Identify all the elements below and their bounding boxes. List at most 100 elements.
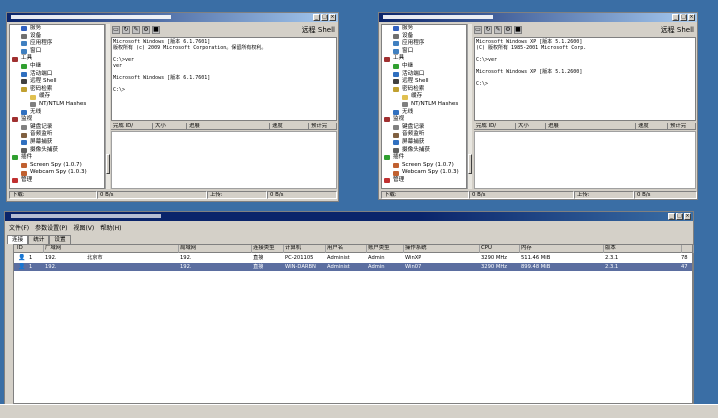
open-icon[interactable]: ▭ <box>474 26 482 34</box>
tree-item[interactable]: 无线 <box>382 109 466 117</box>
refresh-icon[interactable]: ↻ <box>484 26 492 34</box>
tree-item[interactable]: 管理 <box>10 177 104 185</box>
shell-output[interactable]: Microsoft Windows XP [版本 5.1.2600] (C) 版权… <box>474 37 696 121</box>
menu-item[interactable]: 帮助(H) <box>100 224 121 233</box>
table-row[interactable]: 👤 1 192. 192. 直接 WIN-DARBN Administ Admin Win07 3… <box>14 263 692 271</box>
column-header[interactable]: 连接类型 <box>252 245 284 253</box>
tree-item[interactable]: 屏幕捕获 <box>10 139 104 147</box>
tree-item[interactable]: 音频监听 <box>10 131 104 139</box>
tree-item[interactable]: 摄像头捕获 <box>382 147 466 155</box>
title-bar[interactable]: _ □ × <box>379 13 697 22</box>
tree-item[interactable]: 应用程序 <box>10 40 104 48</box>
feature-tree[interactable]: 服务 设备 应用程序 窗口 工具 中继 活动端口 远程 Shell 密码检索 缓存 NT/NTLM … <box>381 24 467 189</box>
tree-item[interactable]: 管理 <box>382 177 466 185</box>
open-icon[interactable]: ▭ <box>112 26 120 34</box>
tree-item[interactable]: 缓存 <box>10 93 104 101</box>
settings-icon[interactable]: ⚙ <box>504 26 512 34</box>
tree-item[interactable]: 密码检索 <box>382 86 466 94</box>
column-header[interactable]: 广域网 <box>44 245 179 253</box>
transfer-list[interactable] <box>111 131 337 189</box>
minimize-button[interactable]: _ <box>668 213 675 220</box>
transfer-column-header[interactable]: 进展 <box>187 123 270 129</box>
tree-item[interactable]: 设备 <box>382 33 466 41</box>
tab-2[interactable]: 设置 <box>49 235 71 244</box>
transfer-column-header[interactable]: 速度 <box>636 123 668 129</box>
tree-item[interactable]: 服务 <box>10 25 104 33</box>
tree-item[interactable]: NT/NTLM Hashes <box>10 101 104 109</box>
tree-item[interactable]: 工具 <box>382 55 466 63</box>
tree-item[interactable]: 设备 <box>10 33 104 41</box>
stop-icon[interactable]: ■ <box>514 26 522 34</box>
tree-item[interactable]: 音频监听 <box>382 131 466 139</box>
transfer-column-header[interactable]: 完成 ID/ <box>474 123 516 129</box>
tree-item[interactable]: 摄像头捕获 <box>10 147 104 155</box>
transfer-column-header[interactable]: 完成 ID/ <box>111 123 153 129</box>
column-header[interactable]: ID <box>16 245 44 253</box>
connection-list[interactable]: ID 广域网 局域网 连接类型 计算机 用户名 账户类型 操作系统 CPU 内存 版本 👤 1 192.… <box>13 244 694 404</box>
tree-item[interactable]: 应用程序 <box>382 40 466 48</box>
tree-item[interactable]: 插件 <box>382 154 466 162</box>
minimize-button[interactable]: _ <box>672 14 679 21</box>
tree-item[interactable]: 缓存 <box>382 93 466 101</box>
column-header[interactable]: 版本 <box>604 245 682 253</box>
close-button[interactable]: × <box>684 213 691 220</box>
column-header[interactable]: 局域网 <box>179 245 252 253</box>
tree-item[interactable]: 监视 <box>382 116 466 124</box>
column-header[interactable]: 计算机 <box>284 245 326 253</box>
menu-item[interactable]: 视图(V) <box>73 224 94 233</box>
tree-item[interactable]: 工具 <box>10 55 104 63</box>
column-header[interactable]: 内存 <box>520 245 604 253</box>
tree-item[interactable]: Screen Spy (1.0.7) <box>10 162 104 170</box>
transfer-column-header[interactable]: 进展 <box>546 123 636 129</box>
menu-item[interactable]: 文件(F) <box>9 224 29 233</box>
stop-icon[interactable]: ■ <box>152 26 160 34</box>
transfer-column-header[interactable]: 预计完 <box>309 123 337 129</box>
maximize-button[interactable]: □ <box>680 14 687 21</box>
tree-item[interactable]: 插件 <box>10 154 104 162</box>
menu-item[interactable]: 参数设置(P) <box>35 224 67 233</box>
table-row[interactable]: 👤 1 192. 北京市 192. 直接 PC-201105 Administ Admin Win… <box>14 254 692 262</box>
transfer-column-header[interactable]: 大小 <box>153 123 187 129</box>
tree-item[interactable]: 服务 <box>382 25 466 33</box>
transfer-list[interactable] <box>474 131 696 189</box>
settings-icon[interactable]: ⚙ <box>142 26 150 34</box>
shell-output[interactable]: Microsoft Windows [版本 6.1.7601] 版权所有 (c) … <box>111 37 337 121</box>
refresh-icon[interactable]: ↻ <box>122 26 130 34</box>
transfer-column-header[interactable]: 大小 <box>516 123 546 129</box>
tree-item[interactable]: Webcam Spy (1.0.3) <box>382 169 466 177</box>
column-header[interactable]: 操作系统 <box>404 245 480 253</box>
close-button[interactable]: × <box>688 14 695 21</box>
tree-item[interactable]: 无线 <box>10 109 104 117</box>
transfer-column-header[interactable]: 速度 <box>270 123 309 129</box>
plug-icon[interactable]: ✎ <box>132 26 140 34</box>
plug-icon[interactable]: ✎ <box>494 26 502 34</box>
column-header[interactable]: 用户名 <box>326 245 367 253</box>
column-header[interactable]: CPU <box>480 245 520 253</box>
transfer-column-header[interactable]: 预计完 <box>668 123 696 129</box>
tree-item[interactable]: 活动端口 <box>10 71 104 79</box>
close-button[interactable]: × <box>329 14 336 21</box>
tree-item[interactable]: 远程 Shell <box>382 78 466 86</box>
tree-item[interactable]: 键盘记录 <box>10 124 104 132</box>
maximize-button[interactable]: □ <box>676 213 683 220</box>
feature-tree[interactable]: 服务 设备 应用程序 窗口 工具 中继 活动端口 远程 Shell 密码检索 缓存 NT/NTLM … <box>9 24 105 189</box>
tree-item[interactable]: 键盘记录 <box>382 124 466 132</box>
minimize-button[interactable]: _ <box>313 14 320 21</box>
tree-item[interactable]: 监视 <box>10 116 104 124</box>
title-bar[interactable]: _ □ × <box>5 212 693 221</box>
tree-item[interactable]: Webcam Spy (1.0.3) <box>10 169 104 177</box>
title-bar[interactable]: _ □ × <box>7 13 338 22</box>
column-header[interactable]: 账户类型 <box>367 245 404 253</box>
tree-item[interactable]: 屏幕捕获 <box>382 139 466 147</box>
tab-1[interactable]: 统计 <box>28 235 50 244</box>
column-header[interactable] <box>682 245 694 253</box>
tree-scrollbar[interactable] <box>467 24 472 189</box>
tab-0[interactable]: 连接 <box>7 235 29 244</box>
tree-item[interactable]: 中继 <box>10 63 104 71</box>
tree-item[interactable]: 远程 Shell <box>10 78 104 86</box>
maximize-button[interactable]: □ <box>321 14 328 21</box>
tree-item[interactable]: NT/NTLM Hashes <box>382 101 466 109</box>
tree-item[interactable]: Screen Spy (1.0.7) <box>382 162 466 170</box>
tree-item[interactable]: 密码检索 <box>10 86 104 94</box>
tree-scrollbar[interactable] <box>105 24 110 189</box>
